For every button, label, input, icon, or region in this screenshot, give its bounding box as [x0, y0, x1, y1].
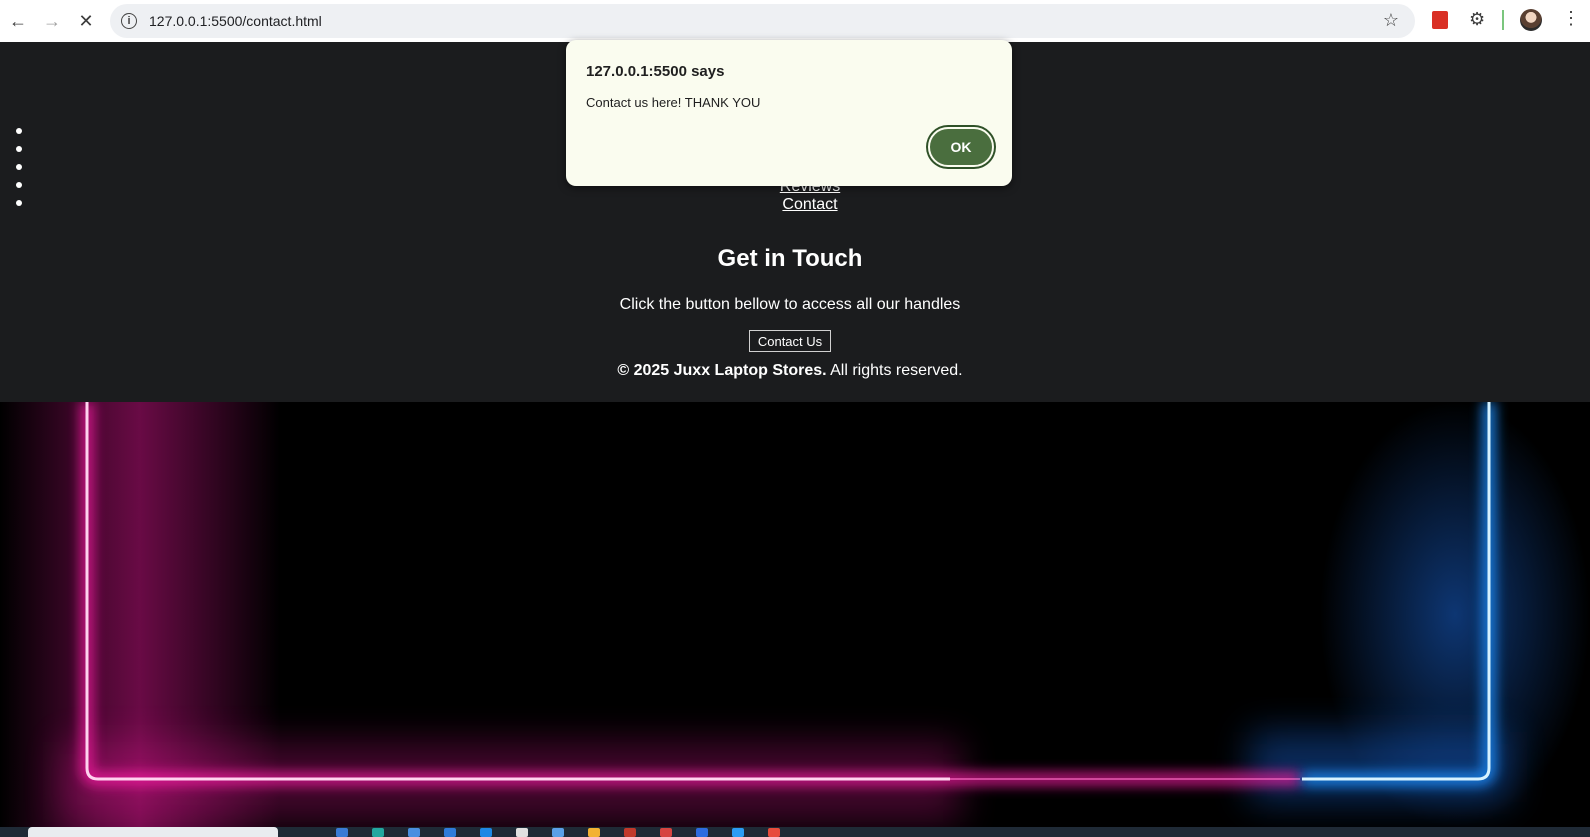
contact-us-button[interactable]: Contact Us — [749, 330, 831, 352]
footer-copyright: © 2025 Juxx Laptop Stores. All rights re… — [0, 362, 1580, 380]
page-subtitle: Click the button bellow to access all ou… — [619, 296, 961, 313]
address-bar[interactable]: i 127.0.0.1:5500/contact.html ☆ — [110, 4, 1415, 38]
taskbar-app-icon[interactable] — [480, 828, 492, 837]
taskbar-app-icon[interactable] — [588, 828, 600, 837]
taskbar-app-icon[interactable] — [624, 828, 636, 837]
neon-background-image — [0, 402, 1590, 827]
alert-title: 127.0.0.1:5500 says — [586, 63, 725, 80]
profile-avatar[interactable] — [1520, 9, 1542, 31]
page-title: Get in Touch — [717, 245, 863, 272]
forward-icon[interactable]: → — [38, 7, 66, 35]
site-info-icon[interactable]: i — [121, 13, 137, 29]
bookmark-star-icon[interactable]: ☆ — [1383, 10, 1399, 31]
alert-ok-button[interactable]: OK — [928, 127, 994, 167]
taskbar-app-icon[interactable] — [336, 828, 348, 837]
copyright-rest: All rights reserved. — [826, 362, 963, 379]
taskbar-app-icon[interactable] — [660, 828, 672, 837]
browser-menu-icon[interactable]: ⋮ — [1562, 8, 1580, 29]
taskbar-search-box[interactable] — [28, 827, 278, 837]
taskbar-app-icon[interactable] — [696, 828, 708, 837]
copyright-brand: © 2025 Juxx Laptop Stores. — [617, 362, 827, 379]
extension-red-icon[interactable] — [1432, 11, 1448, 29]
taskbar-app-icon[interactable] — [732, 828, 744, 837]
taskbar-app-icon[interactable] — [516, 828, 528, 837]
taskbar-app-icon[interactable] — [768, 828, 780, 837]
bullet-icon — [16, 146, 22, 152]
bullet-icon — [16, 164, 22, 170]
taskbar-app-icon[interactable] — [444, 828, 456, 837]
bullet-icon — [16, 128, 22, 134]
url-text[interactable]: 127.0.0.1:5500/contact.html — [149, 13, 322, 29]
toolbar-divider — [1502, 10, 1504, 30]
alert-dialog: 127.0.0.1:5500 says Contact us here! THA… — [566, 40, 1012, 186]
taskbar-app-icon[interactable] — [372, 828, 384, 837]
taskbar-app-icon[interactable] — [552, 828, 564, 837]
nav-link-contact[interactable]: Contact — [30, 196, 1590, 214]
back-icon[interactable]: ← — [4, 7, 32, 35]
taskbar-app-icon[interactable] — [408, 828, 420, 837]
stop-loading-icon[interactable]: ✕ — [72, 7, 100, 35]
alert-message: Contact us here! THANK YOU — [586, 95, 761, 110]
os-taskbar — [0, 827, 1590, 837]
browser-toolbar: ← → ✕ i 127.0.0.1:5500/contact.html ☆ ⚙ … — [0, 0, 1590, 42]
neon-frame-graphic — [0, 402, 1590, 827]
extensions-puzzle-icon[interactable]: ⚙ — [1469, 9, 1485, 30]
